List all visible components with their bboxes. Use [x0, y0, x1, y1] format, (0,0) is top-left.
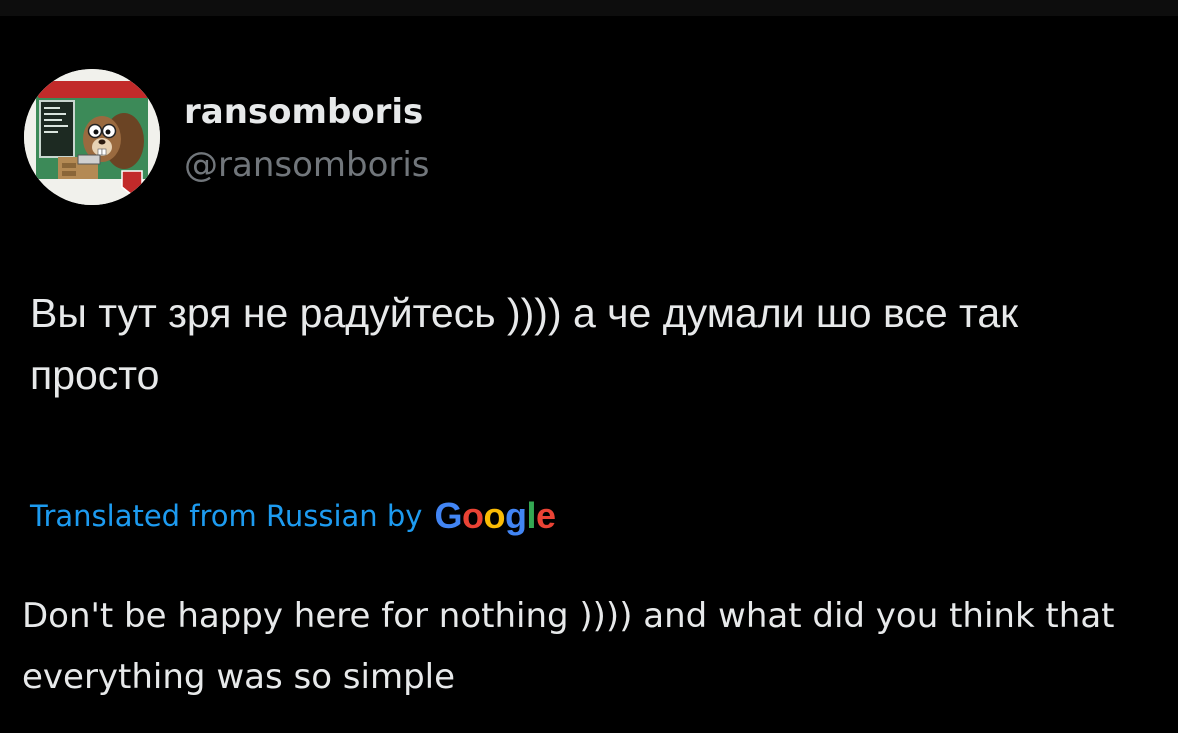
google-letter: o — [483, 495, 505, 536]
translated-tweet-text: Don't be happy here for nothing )))) and… — [22, 596, 1115, 697]
google-letter: e — [535, 495, 556, 536]
google-letter: l — [526, 495, 536, 536]
google-letter: o — [461, 495, 484, 536]
top-edge-strip — [0, 0, 1178, 16]
tweet-text: Вы тут зря не радуйтесь )))) а че думали… — [30, 290, 1019, 398]
tweet-author: ransomboris @ransomboris — [184, 92, 430, 185]
beaver-hacker-avatar-image — [24, 69, 160, 205]
translated-from-label[interactable]: Translated from Russian by — [30, 499, 422, 533]
avatar[interactable] — [24, 69, 160, 205]
tweet-card: ransomboris @ransomboris Вы тут зря не р… — [0, 16, 1178, 733]
google-letter: g — [504, 495, 527, 536]
author-display-name[interactable]: ransomboris — [184, 92, 430, 132]
google-letter: G — [434, 495, 462, 536]
author-handle[interactable]: @ransomboris — [184, 145, 430, 185]
google-logo[interactable]: Google — [434, 495, 556, 537]
translation-attribution: Translated from Russian by Google — [30, 494, 556, 538]
